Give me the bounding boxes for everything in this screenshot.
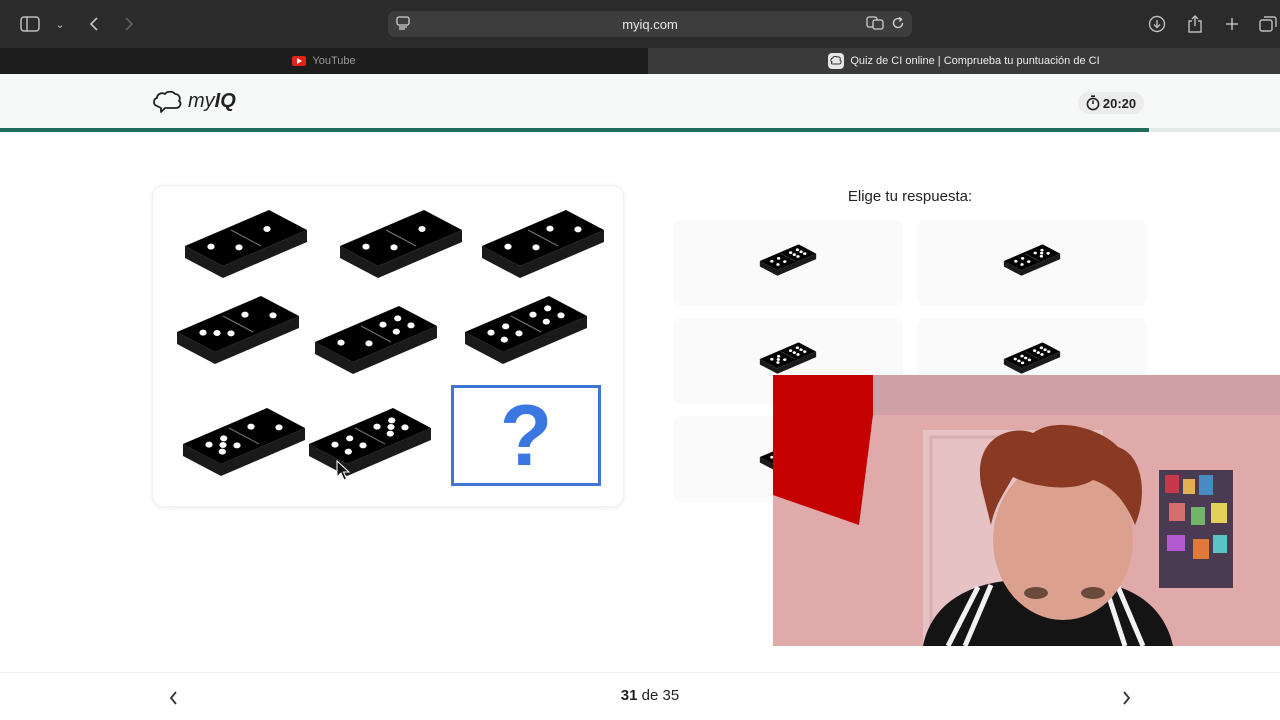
address-bar[interactable]: myiq.com <box>388 11 912 37</box>
new-tab-icon[interactable] <box>1220 12 1244 36</box>
progress-bar <box>0 128 1280 132</box>
translate-icon[interactable] <box>866 16 884 33</box>
puzzle-domino-1 <box>181 206 311 291</box>
tab-bar: YouTube Quiz de CI online | Comprueba tu… <box>0 48 1280 74</box>
domino-icon <box>758 242 818 285</box>
puzzle-domino-3 <box>478 206 608 291</box>
back-icon[interactable] <box>82 12 106 36</box>
tab-overview-icon[interactable] <box>1256 12 1280 36</box>
chevron-left-icon <box>169 691 177 705</box>
sidebar-toggle-icon[interactable] <box>18 12 42 36</box>
share-icon[interactable] <box>1183 12 1207 36</box>
reader-icon[interactable] <box>396 16 410 33</box>
chevron-right-icon <box>1122 691 1130 705</box>
previous-question-button[interactable] <box>162 687 184 709</box>
youtube-icon <box>292 56 307 66</box>
logo[interactable]: myIQ <box>152 90 236 113</box>
brain-icon <box>153 90 182 113</box>
timer-badge: 20:20 <box>1078 92 1144 114</box>
timer-value: 20:20 <box>1102 95 1137 111</box>
download-icon[interactable] <box>1145 12 1169 36</box>
domino-icon <box>1002 242 1062 285</box>
tab-label: YouTube <box>312 55 356 67</box>
logo-text: myIQ <box>188 90 236 112</box>
chevron-down-icon[interactable]: ⌄ <box>48 12 72 36</box>
puzzle-card: ? <box>152 185 624 507</box>
reload-icon[interactable] <box>891 16 905 33</box>
progress-fill <box>0 128 1150 132</box>
tab-youtube[interactable]: YouTube <box>0 48 648 74</box>
url-text: myiq.com <box>622 16 678 32</box>
site-header: myIQ 20:20 <box>0 74 1280 128</box>
answer-option-1[interactable] <box>673 220 903 306</box>
browser-toolbar: ⌄ myiq.com <box>0 0 1280 48</box>
puzzle-domino-8 <box>305 404 435 489</box>
missing-cell: ? <box>451 385 601 486</box>
question-mark: ? <box>499 387 553 484</box>
mouse-cursor-icon <box>336 460 350 481</box>
puzzle-domino-2 <box>336 206 466 291</box>
forward-icon[interactable] <box>117 12 141 36</box>
tab-label: Quiz de CI online | Comprueba tu puntuac… <box>850 55 1100 67</box>
puzzle-domino-4 <box>173 292 303 377</box>
footer-nav: 31 de 35 <box>0 672 1280 720</box>
question-counter: 31 de 35 <box>620 687 680 704</box>
puzzle-domino-6 <box>461 292 591 377</box>
answer-option-2[interactable] <box>917 220 1147 306</box>
brain-icon <box>828 53 845 69</box>
puzzle-domino-5 <box>311 302 441 387</box>
stopwatch-icon <box>1086 95 1100 111</box>
next-question-button[interactable] <box>1115 687 1137 709</box>
tab-myiq[interactable]: Quiz de CI online | Comprueba tu puntuac… <box>648 48 1280 74</box>
webcam-overlay <box>773 375 1280 646</box>
answers-title: Elige tu respuesta: <box>847 188 973 205</box>
puzzle-domino-7 <box>179 404 309 489</box>
